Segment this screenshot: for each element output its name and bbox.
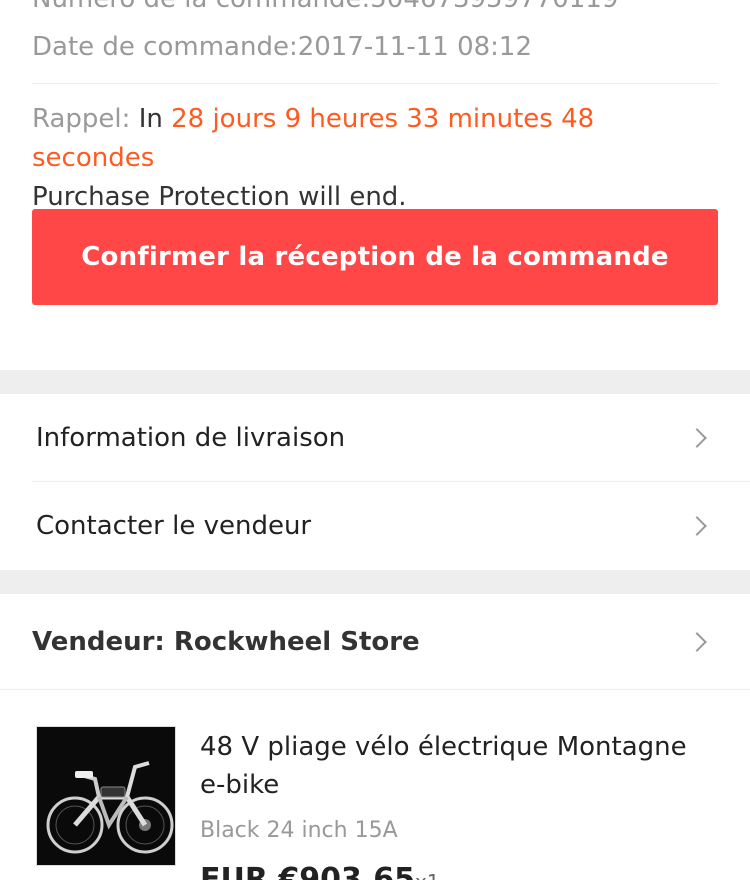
- chevron-right-icon: [687, 631, 707, 652]
- chevron-right-icon: [687, 516, 707, 536]
- contact-seller-label: Contacter le vendeur: [36, 511, 312, 541]
- divider: [32, 83, 718, 84]
- chevron-right-icon: [687, 428, 707, 448]
- reminder-in: In: [138, 104, 163, 134]
- section-gap: [0, 570, 750, 594]
- price-value: EUR €903.65: [200, 862, 416, 880]
- order-date: Date de commande:2017-11-11 08:12: [32, 32, 532, 62]
- product-quantity: x1: [415, 870, 440, 880]
- product-title[interactable]: 48 V pliage vélo électrique Montagne e-b…: [200, 728, 710, 804]
- order-number: Numéro de la commande:50467395977011​9: [32, 0, 618, 14]
- product-variant: Black 24 inch 15A: [200, 818, 398, 843]
- delivery-info-row[interactable]: Information de livraison: [0, 394, 750, 482]
- divider: [0, 689, 750, 690]
- section-gap: [0, 370, 750, 394]
- seller-name: Vendeur: Rockwheel Store: [32, 626, 420, 657]
- delivery-info-label: Information de livraison: [36, 423, 346, 453]
- confirm-receipt-button[interactable]: Confirmer la réception de la commande: [32, 209, 718, 305]
- reminder-end-text: Purchase Protection will end.: [32, 182, 407, 212]
- product-image[interactable]: [36, 726, 176, 866]
- product-price: EUR €903.65x1: [200, 862, 440, 880]
- ebike-icon: [37, 727, 175, 865]
- purchase-protection-reminder: Rappel: In 28 jours 9 heures 33 minutes …: [32, 100, 718, 217]
- reminder-label: Rappel:: [32, 104, 131, 134]
- seller-row[interactable]: Vendeur: Rockwheel Store: [0, 594, 750, 689]
- contact-seller-row[interactable]: Contacter le vendeur: [0, 482, 750, 570]
